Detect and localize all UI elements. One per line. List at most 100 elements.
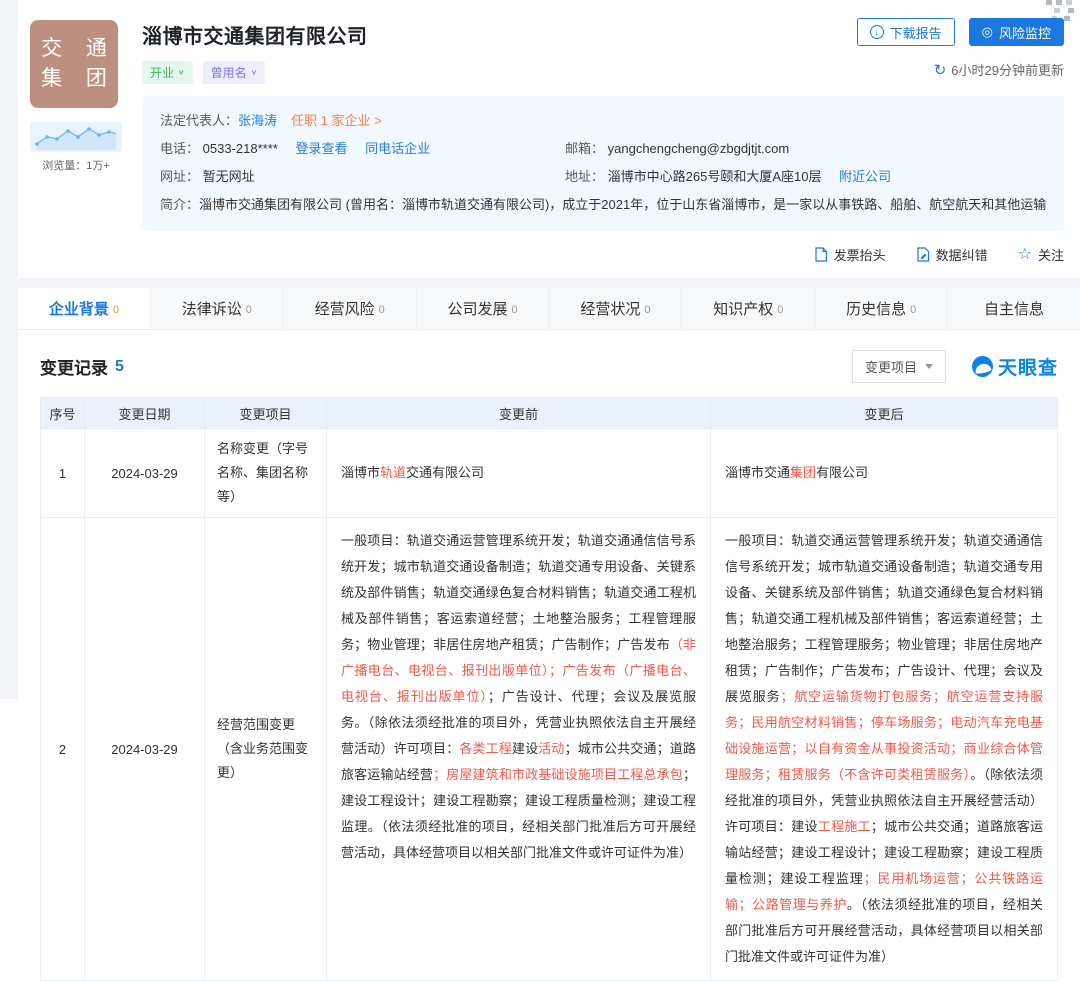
views-sparkline (30, 122, 122, 152)
follow-label: 关注 (1038, 245, 1064, 264)
same-phone-link[interactable]: 同电话企业 (365, 141, 430, 156)
change-record-table: 序号 变更日期 变更项目 变更前 变更后 1 2024-03-29 名称变更（字… (40, 397, 1058, 981)
company-logo: 交 通 集 团 (30, 20, 118, 108)
tianyancha-brand: 天眼查 (972, 353, 1058, 380)
update-time-text: 6小时29分钟前更新 (951, 60, 1064, 79)
change-table-body: 1 2024-03-29 名称变更（字号名称、集团名称等） 淄博市轨道交通有限公… (41, 429, 1058, 981)
positions-link[interactable]: 任职 1 家企业 > (291, 107, 382, 135)
change-item-cell: 经营范围变更（含业务范围变更） (205, 518, 327, 981)
tab-count: 0 (246, 304, 252, 316)
plain-text: 建设 (512, 741, 538, 756)
views-count-label: 浏览量：1万+ (30, 157, 122, 173)
tab-count: 0 (644, 304, 650, 316)
login-to-view-link[interactable]: 登录查看 (295, 141, 347, 156)
tab-count: 0 (512, 304, 518, 316)
table-header-row: 序号 变更日期 变更项目 变更前 变更后 (41, 398, 1058, 429)
company-header: 交 通 集 团 浏览量：1万+ (18, 0, 1080, 231)
highlighted-text: 轨道 (380, 465, 406, 480)
website-value: 暂无网址 (203, 169, 255, 184)
phone-label: 电话： (160, 141, 199, 156)
row-number-cell: 1 (41, 429, 85, 518)
tab-企业背景[interactable]: 企业背景0 (18, 288, 151, 329)
after-change-cell: 淄博市交通集团有限公司 (711, 429, 1058, 518)
change-item-filter-dropdown[interactable]: 变更项目 (852, 350, 946, 383)
section-title: 变更记录 (40, 354, 108, 379)
page-actions: 发票抬头 数据纠错 ☆ 关注 (18, 231, 1080, 278)
refresh-icon[interactable]: ↻ (934, 61, 947, 79)
company-info-panel: 法定代表人： 张海涛 任职 1 家企业 > 电话： 0533-218**** 登… (142, 96, 1064, 231)
follow-link[interactable]: ☆ 关注 (1018, 245, 1064, 264)
after-change-cell: 一般项目：轨道交通运营管理系统开发；轨道交通通信信号系统开发；城市轨道交通设备制… (711, 518, 1058, 981)
intro-label: 简介： (160, 191, 199, 219)
plain-text: 淄博市交通 (725, 465, 790, 480)
tab-label: 历史信息 (846, 298, 906, 319)
status-badges: 开业 ∨ 曾用名 ∨ (142, 61, 1064, 84)
before-change-cell: 淄博市轨道交通有限公司 (327, 429, 711, 518)
tab-count: 0 (113, 304, 119, 316)
tianyancha-logo-text: 天眼查 (998, 353, 1058, 380)
email-value: yangchengcheng@zbgdjtjt.com (608, 141, 790, 156)
tab-label: 知识产权 (713, 298, 773, 319)
tab-count: 0 (777, 304, 783, 316)
tab-label: 法律诉讼 (182, 298, 242, 319)
address-value: 淄博市中心路265号颐和大厦A座10层 (608, 169, 822, 184)
intro-text: 淄博市交通集团有限公司 (曾用名：淄博市轨道交通有限公司)，成立于2021年，位… (199, 191, 1046, 219)
phone-value: 0533-218**** (203, 141, 278, 156)
before-change-cell: 一般项目：轨道交通运营管理系统开发；轨道交通通信信号系统开发；城市轨道交通设备制… (327, 518, 711, 981)
row-number-cell: 2 (41, 518, 85, 981)
tab-公司发展[interactable]: 公司发展 0 (417, 288, 550, 329)
change-date-cell: 2024-03-29 (85, 518, 205, 981)
download-report-button[interactable]: ↓ 下载报告 (857, 18, 955, 46)
page-left-margin (0, 0, 18, 699)
plain-text: 交通有限公司 (406, 465, 484, 480)
plain-text: 有限公司 (816, 465, 868, 480)
star-icon: ☆ (1018, 247, 1032, 263)
table-row: 1 2024-03-29 名称变更（字号名称、集团名称等） 淄博市轨道交通有限公… (41, 429, 1058, 518)
col-header-no: 序号 (41, 398, 85, 429)
former-name-badge[interactable]: 曾用名 ∨ (203, 61, 266, 84)
data-correction-label: 数据纠错 (936, 245, 988, 264)
filter-label: 变更项目 (865, 357, 917, 376)
company-page: 交 通 集 团 浏览量：1万+ (18, 0, 1080, 981)
data-correction-link[interactable]: 数据纠错 (916, 245, 988, 264)
plain-text: 一般项目：轨道交通运营管理系统开发；轨道交通通信信号系统开发；城市轨道交通设备制… (725, 533, 1043, 704)
tab-经营风险[interactable]: 经营风险 0 (284, 288, 417, 329)
section-divider (18, 278, 1080, 288)
nearby-companies-link[interactable]: 附近公司 (839, 169, 891, 184)
main-tab-bar: 企业背景0法律诉讼0经营风险0公司发展0经营状况0知识产权0历史信息0自主信息 (18, 288, 1080, 330)
tab-经营状况[interactable]: 经营状况0 (550, 288, 683, 329)
logo-text-line2: 集 团 (32, 64, 116, 94)
download-icon: ↓ (870, 25, 884, 39)
change-date-cell: 2024-03-29 (85, 429, 205, 518)
table-row: 2 2024-03-29 经营范围变更（含业务范围变更） 一般项目：轨道交通运营… (41, 518, 1058, 981)
change-item-cell: 名称变更（字号名称、集团名称等） (205, 429, 327, 518)
monitor-icon: ◎ (982, 24, 993, 40)
invoice-title-label: 发票抬头 (834, 245, 886, 264)
tab-label: 公司发展 (447, 298, 507, 319)
tab-知识产权[interactable]: 知识产权 0 (682, 288, 815, 329)
status-badge-open[interactable]: 开业 ∨ (142, 61, 193, 84)
tab-法律诉讼[interactable]: 法律诉讼 0 (151, 288, 284, 329)
badge-label: 开业 (150, 64, 174, 81)
highlighted-text: ；房屋建筑和市政基础设施项目工程总承包 (433, 767, 683, 782)
invoice-title-link[interactable]: 发票抬头 (814, 245, 886, 264)
email-label: 邮箱： (565, 141, 604, 156)
highlighted-text: 工程施工 (818, 819, 871, 834)
tab-历史信息[interactable]: 历史信息0 (815, 288, 948, 329)
plain-text: 一般项目：轨道交通运营管理系统开发；轨道交通通信信号系统开发；城市轨道交通设备制… (341, 533, 696, 652)
change-record-section-head: 变更记录 5 变更项目 天眼查 (40, 350, 1058, 383)
highlighted-text: 活动 (538, 741, 564, 756)
address-label: 地址： (565, 169, 604, 184)
badge-label: 曾用名 (211, 64, 247, 81)
risk-monitor-button[interactable]: ◎ 风险监控 (969, 18, 1064, 46)
tab-label: 经营风险 (315, 298, 375, 319)
tab-count: 0 (379, 304, 385, 316)
chevron-down-icon: ∨ (251, 68, 258, 77)
logo-text-line1: 交 通 (32, 34, 116, 64)
chevron-down-icon: ∨ (178, 68, 185, 77)
document-icon (814, 247, 828, 262)
col-header-date: 变更日期 (85, 398, 205, 429)
tab-自主信息[interactable]: 自主信息 (948, 288, 1080, 329)
legal-rep-link[interactable]: 张海涛 (238, 107, 277, 135)
risk-monitor-label: 风险监控 (999, 23, 1051, 42)
